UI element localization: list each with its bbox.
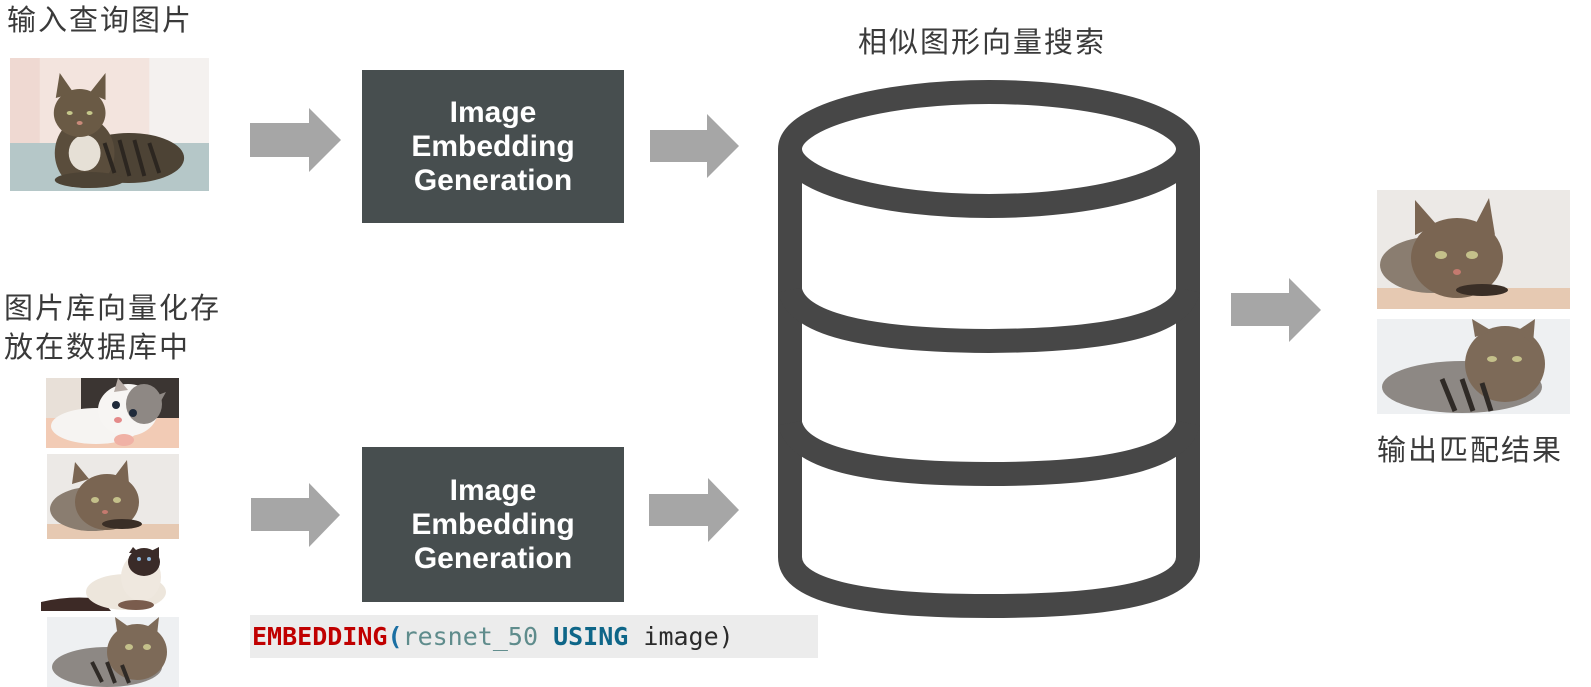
diagram-shapes	[250, 80, 1321, 619]
database-icon	[778, 80, 1200, 619]
arrow-right-icon	[649, 478, 739, 542]
arrow-right-icon	[251, 483, 340, 547]
arrow-right-icon	[1231, 278, 1321, 342]
arrow-right-icon	[650, 114, 739, 178]
arrow-right-icon	[250, 108, 341, 172]
